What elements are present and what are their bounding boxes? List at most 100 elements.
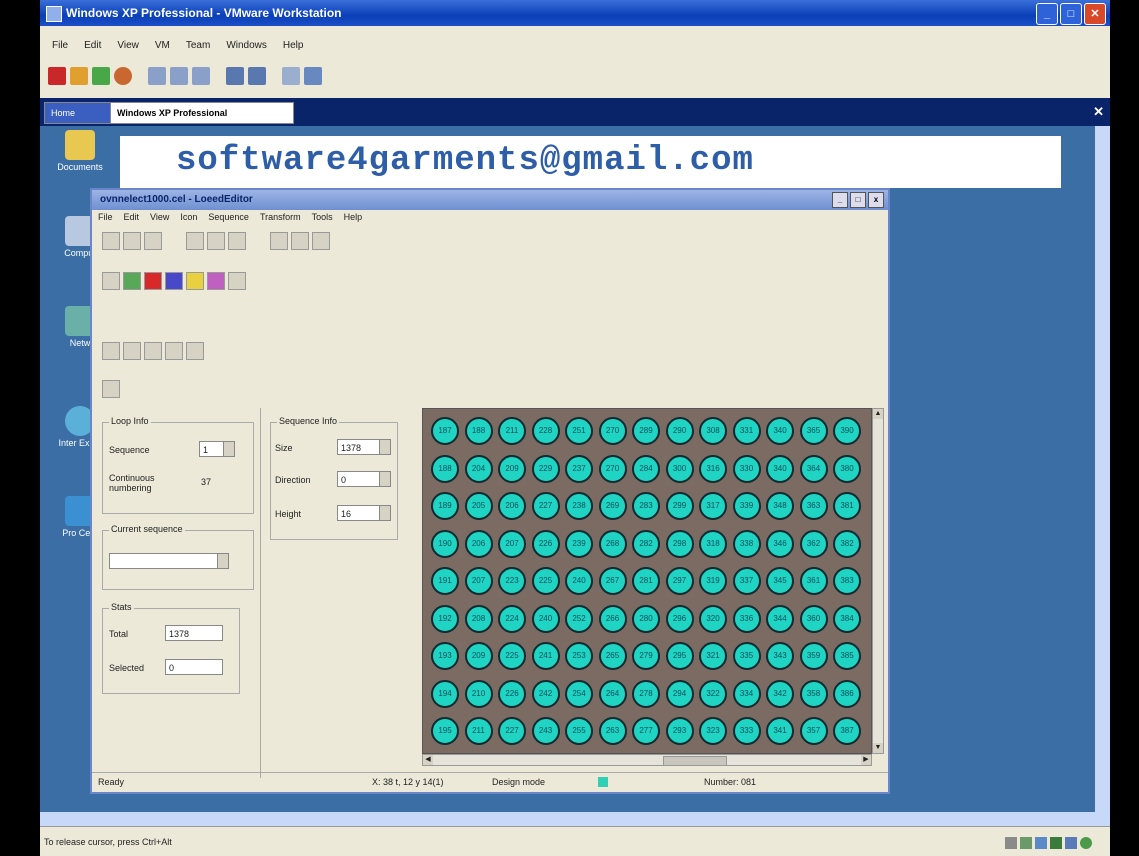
led-cell[interactable]: 227 xyxy=(498,717,526,745)
led-cell[interactable]: 268 xyxy=(598,529,627,558)
scroll-down-icon[interactable]: ▼ xyxy=(873,743,883,753)
led-cell[interactable]: 204 xyxy=(464,454,493,483)
help-icon[interactable] xyxy=(312,232,330,250)
led-cell[interactable]: 339 xyxy=(732,492,761,520)
spinner-arrows-icon[interactable] xyxy=(223,442,234,456)
led-menu-help[interactable]: Help xyxy=(344,212,363,222)
play-icon[interactable] xyxy=(92,67,110,85)
desktop-icon-documents[interactable]: Documents xyxy=(52,130,108,172)
led-cell[interactable]: 334 xyxy=(732,679,761,708)
open-file-icon[interactable] xyxy=(123,232,141,250)
tab-home[interactable]: Home xyxy=(44,102,114,124)
led-cell[interactable]: 335 xyxy=(732,642,761,670)
sequence-spinner[interactable]: 1 xyxy=(199,441,235,457)
led-cell[interactable]: 344 xyxy=(766,604,794,633)
tab-windows-xp[interactable]: Windows XP Professional xyxy=(110,102,294,124)
pencil-tool-icon[interactable] xyxy=(123,342,141,360)
led-cell[interactable]: 253 xyxy=(565,642,593,670)
led-cell[interactable]: 265 xyxy=(598,642,627,670)
led-cell[interactable]: 385 xyxy=(833,642,861,670)
led-cell[interactable]: 207 xyxy=(464,567,493,595)
led-cell[interactable]: 299 xyxy=(665,492,694,520)
led-cell[interactable]: 308 xyxy=(699,417,727,445)
save-icon[interactable] xyxy=(144,232,162,250)
led-cell[interactable]: 294 xyxy=(665,679,694,708)
led-cell[interactable]: 357 xyxy=(799,717,828,745)
led-cell[interactable]: 345 xyxy=(766,567,794,595)
led-cell[interactable]: 382 xyxy=(833,529,861,558)
menu-windows[interactable]: Windows xyxy=(226,36,267,56)
led-cell[interactable]: 263 xyxy=(598,717,627,745)
size-dropdown[interactable]: 1378 xyxy=(337,439,391,455)
led-cell[interactable]: 279 xyxy=(632,642,660,670)
new-file-icon[interactable] xyxy=(102,232,120,250)
height-spinner[interactable]: 16 xyxy=(337,505,391,521)
led-cell[interactable]: 290 xyxy=(665,417,694,445)
led-cell[interactable]: 193 xyxy=(431,642,459,670)
led-cell[interactable]: 187 xyxy=(431,417,459,445)
led-cell[interactable]: 298 xyxy=(665,529,694,558)
vm-vertical-scrollbar[interactable] xyxy=(1095,126,1110,812)
led-menu-view[interactable]: View xyxy=(150,212,169,222)
menu-view[interactable]: View xyxy=(117,36,139,56)
grid-icon[interactable] xyxy=(123,272,141,290)
led-menu-tools[interactable]: Tools xyxy=(312,212,333,222)
led-cell[interactable]: 364 xyxy=(799,454,828,483)
led-minimize-button[interactable]: _ xyxy=(832,192,848,208)
led-cell[interactable]: 361 xyxy=(799,567,828,595)
led-cell[interactable]: 192 xyxy=(431,604,459,633)
led-cell[interactable]: 363 xyxy=(799,492,828,520)
led-cell[interactable]: 281 xyxy=(632,567,660,595)
current-sequence-dropdown[interactable] xyxy=(109,553,229,569)
led-cell[interactable]: 337 xyxy=(732,567,761,595)
led-cell[interactable]: 227 xyxy=(531,492,560,520)
snapshot-manager-icon[interactable] xyxy=(192,67,210,85)
led-cell[interactable]: 240 xyxy=(565,567,593,595)
network-adapter-icon[interactable] xyxy=(1050,837,1062,849)
led-cell[interactable]: 340 xyxy=(766,417,794,445)
menu-edit[interactable]: Edit xyxy=(84,36,101,56)
revert-icon[interactable] xyxy=(170,67,188,85)
led-cell[interactable]: 190 xyxy=(431,529,459,558)
floppy-icon[interactable] xyxy=(1035,837,1047,849)
led-cell[interactable]: 209 xyxy=(464,642,493,670)
led-maximize-button[interactable]: □ xyxy=(850,192,866,208)
led-cell[interactable]: 295 xyxy=(665,642,694,670)
eraser-tool-icon[interactable] xyxy=(186,342,204,360)
led-cell[interactable]: 189 xyxy=(431,492,459,520)
spinner-arrows-icon[interactable] xyxy=(379,506,390,520)
power-off-icon[interactable] xyxy=(48,67,66,85)
color-icon[interactable] xyxy=(186,272,204,290)
led-cell[interactable]: 206 xyxy=(464,529,493,558)
menu-file[interactable]: File xyxy=(52,36,68,56)
undo-icon[interactable] xyxy=(270,232,288,250)
fill-tool-icon[interactable] xyxy=(144,342,162,360)
vm-horizontal-scrollbar[interactable] xyxy=(40,812,1110,826)
select-icon[interactable] xyxy=(102,272,120,290)
led-design-canvas[interactable]: 187 188 211 228 251 270 289 290 308 331 340 365 390 1… xyxy=(422,408,872,754)
rectangle-tool-icon[interactable] xyxy=(102,342,120,360)
export-icon[interactable] xyxy=(228,272,246,290)
led-menu-sequence[interactable]: Sequence xyxy=(208,212,249,222)
led-cell[interactable]: 293 xyxy=(665,717,694,745)
led-cell[interactable]: 205 xyxy=(464,492,493,520)
led-cell[interactable]: 226 xyxy=(498,679,526,708)
stop-sequence-icon[interactable] xyxy=(165,272,183,290)
hard-disk-icon[interactable] xyxy=(1005,837,1017,849)
led-cell[interactable]: 208 xyxy=(464,604,493,633)
led-cell[interactable]: 390 xyxy=(833,417,861,445)
led-cell[interactable]: 318 xyxy=(699,529,727,558)
maximize-button[interactable]: □ xyxy=(1060,3,1082,25)
led-cell[interactable]: 284 xyxy=(632,454,660,483)
led-cell[interactable]: 381 xyxy=(833,492,861,520)
copy-icon[interactable] xyxy=(207,232,225,250)
led-cell[interactable]: 228 xyxy=(531,417,560,445)
led-cell[interactable]: 255 xyxy=(565,717,593,745)
led-cell[interactable]: 266 xyxy=(598,604,627,633)
led-cell[interactable]: 358 xyxy=(799,679,828,708)
summary-view-icon[interactable] xyxy=(282,67,300,85)
led-cell[interactable]: 206 xyxy=(498,492,526,520)
led-cell[interactable]: 278 xyxy=(632,679,660,708)
led-cell[interactable]: 348 xyxy=(766,492,794,520)
led-cell[interactable]: 210 xyxy=(464,679,493,708)
